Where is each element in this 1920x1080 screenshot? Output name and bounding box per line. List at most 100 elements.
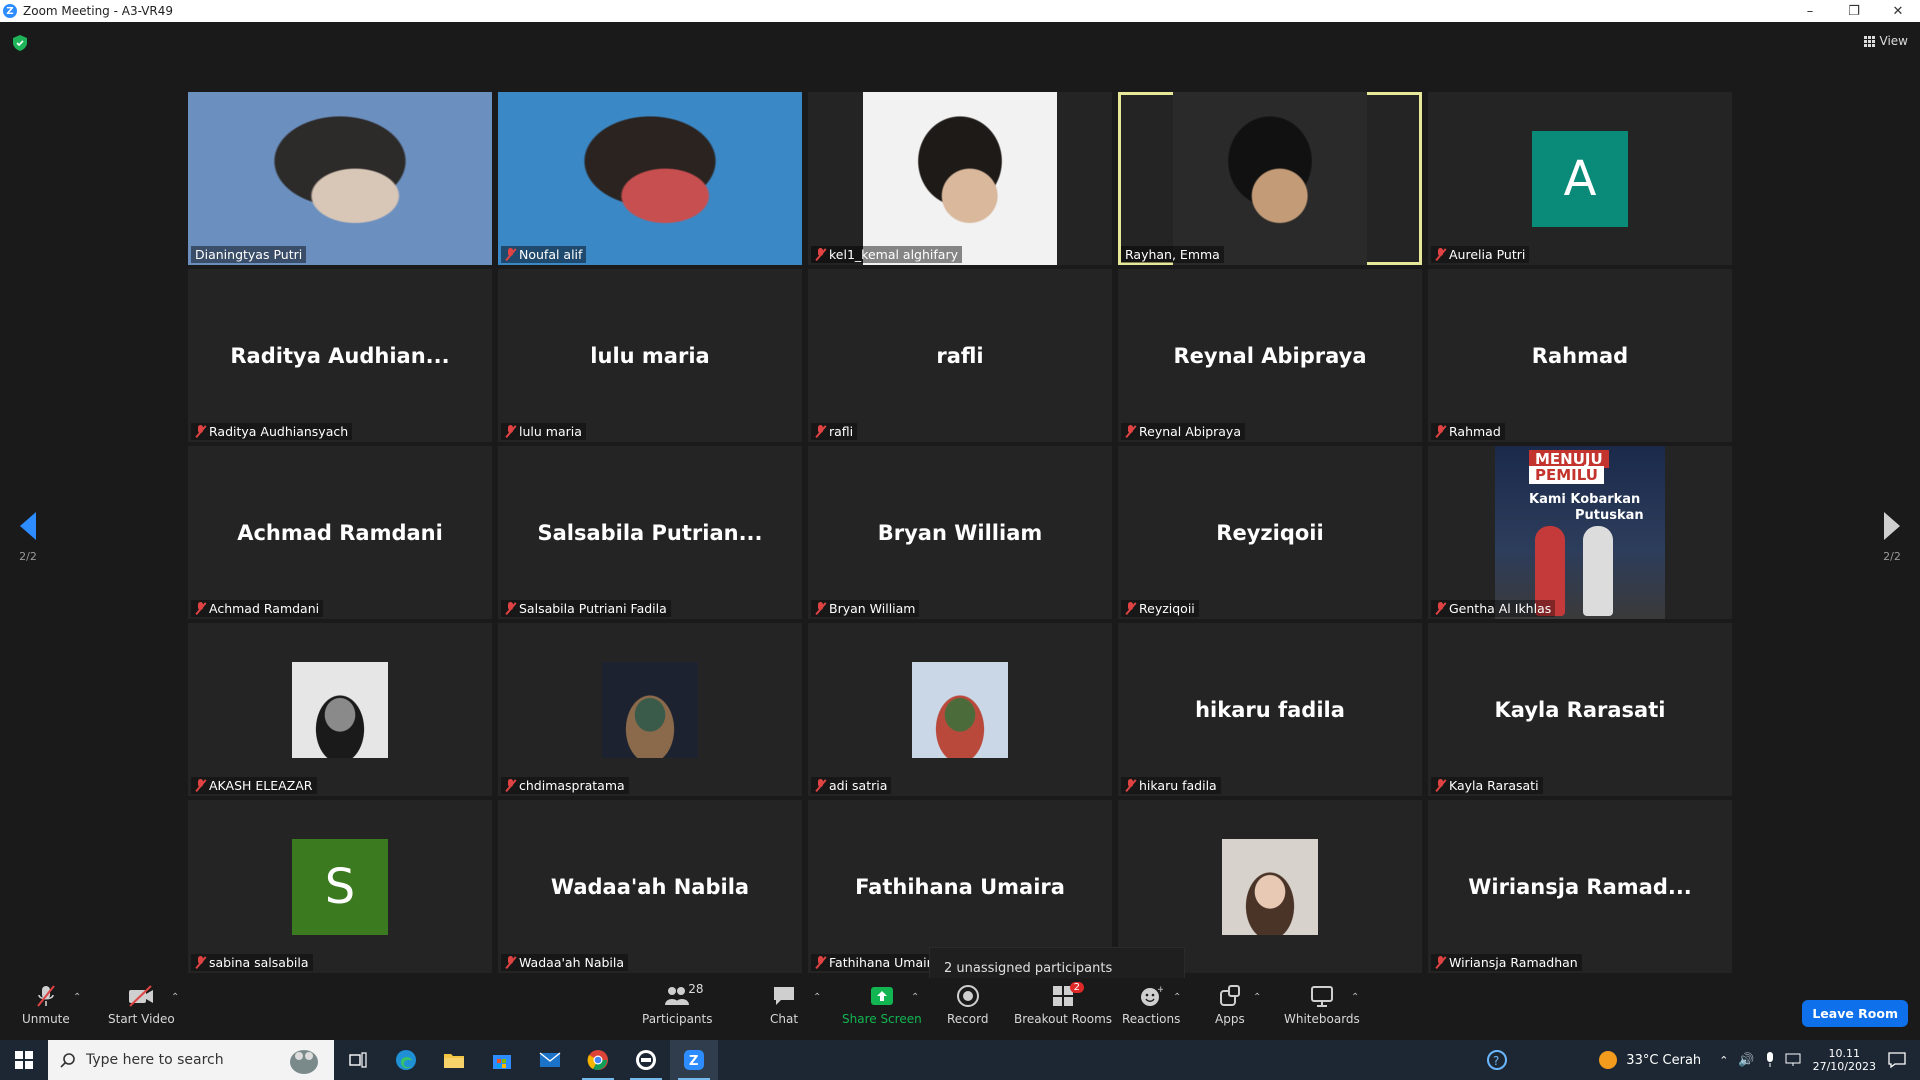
participant-tile[interactable]: adi satria — [808, 623, 1112, 796]
participants-button[interactable]: 28 Participants — [642, 982, 713, 1026]
participant-tile[interactable]: AKASH ELEAZAR — [188, 623, 492, 796]
weather-text[interactable]: 33°C Cerah — [1626, 1053, 1701, 1068]
participant-name-label: Aurelia Putri — [1431, 246, 1530, 263]
participant-name-label: hikaru fadila — [1121, 777, 1221, 794]
mic-muted-icon — [1125, 602, 1136, 615]
view-button[interactable]: View — [1863, 34, 1908, 48]
clock[interactable]: 10.11 27/10/2023 — [1813, 1047, 1876, 1073]
participant-name: kel1_kemal alghifary — [829, 247, 958, 262]
task-view-icon[interactable] — [334, 1040, 382, 1080]
reactions-button[interactable]: + Reactions — [1122, 984, 1180, 1026]
participant-display-name: rafli — [936, 343, 984, 368]
minimize-button[interactable]: – — [1788, 0, 1832, 22]
participant-name: Achmad Ramdani — [209, 601, 320, 616]
mic-muted-icon — [815, 956, 826, 969]
whiteboards-options-caret[interactable]: ⌃ — [1351, 992, 1359, 1003]
avatar-letter: A — [1532, 130, 1628, 227]
close-button[interactable]: ✕ — [1876, 0, 1920, 22]
edge-browser-icon[interactable] — [382, 1040, 430, 1080]
participant-tile[interactable]: Reynal Abipraya Reynal Abipraya — [1118, 269, 1422, 442]
apps-options-caret[interactable]: ⌃ — [1253, 992, 1261, 1003]
tray-chevron-icon[interactable]: ⌃ — [1719, 1054, 1728, 1067]
chrome-icon[interactable] — [574, 1040, 622, 1080]
chat-options-caret[interactable]: ⌃ — [813, 992, 821, 1003]
participant-tile[interactable]: A Aurelia Putri — [1428, 92, 1732, 265]
apps-button[interactable]: Apps — [1215, 984, 1245, 1026]
participant-name-label: adi satria — [811, 777, 892, 794]
participant-name: hikaru fadila — [1139, 778, 1217, 793]
reactions-options-caret[interactable]: ⌃ — [1173, 992, 1181, 1003]
participant-name-label: Rayhan, Emma — [1121, 246, 1224, 263]
participant-tile[interactable]: Achmad Ramdani Achmad Ramdani — [188, 446, 492, 619]
notification-icon[interactable] — [1888, 1052, 1906, 1068]
poster-text: Kami Kobarkan — [1529, 492, 1641, 507]
windows-taskbar: Type here to search Z ? 33°C Cerah ⌃ 🔊 1… — [0, 1040, 1920, 1080]
share-options-caret[interactable]: ⌃ — [911, 992, 919, 1003]
participant-name-label: Noufal alif — [501, 246, 587, 263]
participant-name: Raditya Audhiansyach — [209, 424, 349, 439]
participant-name: Fathihana Umaira — [829, 955, 940, 970]
chat-button[interactable]: Chat — [770, 984, 798, 1026]
store-icon[interactable] — [478, 1040, 526, 1080]
participant-name: Rahmad — [1449, 424, 1501, 439]
file-explorer-icon[interactable] — [430, 1040, 478, 1080]
participant-tile[interactable]: Rayhan, Emma — [1118, 92, 1422, 265]
participant-tile[interactable]: MENUJU PEMILU Kami Kobarkan Putuskan Gentha … — [1428, 446, 1732, 619]
participant-tile[interactable]: Ssabina salsabila — [188, 800, 492, 973]
prev-page-button[interactable]: 2/2 — [8, 512, 48, 563]
poster-text: Putuskan — [1575, 508, 1644, 523]
start-button[interactable] — [0, 1040, 48, 1080]
participant-name-label: Reyziqoii — [1121, 600, 1199, 617]
participant-tile[interactable]: Reyziqoii Reyziqoii — [1118, 446, 1422, 619]
zoom-logo-icon: Z — [3, 4, 17, 18]
participant-tile[interactable]: lulu maria lulu maria — [498, 269, 802, 442]
participant-tile[interactable]: Wiriansja Ramad... Wiriansja Ramadhan — [1428, 800, 1732, 973]
start-video-button[interactable]: Start Video — [108, 984, 175, 1026]
participant-tile[interactable]: chdimaspratama — [498, 623, 802, 796]
participant-name: Dianingtyas Putri — [195, 247, 303, 262]
participant-tile[interactable]: hikaru fadila hikaru fadila — [1118, 623, 1422, 796]
audio-options-caret[interactable]: ⌃ — [73, 992, 81, 1003]
grid-view-icon — [1863, 35, 1875, 47]
participant-tile[interactable]: Dianingtyas Putri — [188, 92, 492, 265]
person-figure — [1583, 526, 1613, 616]
participant-tile[interactable]: Bryan William Bryan William — [808, 446, 1112, 619]
whiteboards-button[interactable]: Whiteboards — [1284, 984, 1360, 1026]
unmute-button[interactable]: Unmute — [22, 984, 70, 1026]
record-button[interactable]: Record — [947, 984, 988, 1026]
microphone-tray-icon[interactable] — [1765, 1052, 1775, 1068]
participant-tile[interactable]: Salsabila Putrian... Salsabila Putriani F… — [498, 446, 802, 619]
leave-room-button[interactable]: Leave Room — [1802, 1000, 1908, 1027]
mic-muted-icon — [195, 956, 206, 969]
mic-muted-icon — [815, 602, 826, 615]
participant-tile[interactable]: Rahmad Rahmad — [1428, 269, 1732, 442]
participant-tile[interactable]: kel1_kemal alghifary — [808, 92, 1112, 265]
taskbar-search[interactable]: Type here to search — [48, 1040, 334, 1080]
participant-name: Salsabila Putriani Fadila — [519, 601, 667, 616]
restore-button[interactable]: ❐ — [1832, 0, 1876, 22]
network-icon[interactable] — [1785, 1053, 1801, 1067]
help-icon[interactable]: ? — [1486, 1049, 1508, 1071]
participant-name: chdimaspratama — [519, 778, 625, 793]
share-screen-button[interactable]: Share Screen — [842, 984, 922, 1026]
volume-icon[interactable]: 🔊 — [1738, 1053, 1754, 1068]
zoom-taskbar-icon[interactable]: Z — [670, 1040, 718, 1080]
breakout-rooms-label: Breakout Rooms — [1014, 1012, 1113, 1026]
participant-tile[interactable]: Raditya Audhian... Raditya Audhiansyach — [188, 269, 492, 442]
mic-muted-icon — [505, 779, 516, 792]
next-page-button[interactable]: 2/2 — [1872, 512, 1912, 563]
window-title: Zoom Meeting - A3-VR49 — [23, 4, 174, 18]
search-icon — [60, 1053, 75, 1068]
participant-tile[interactable]: Wadaa'ah Nabila Wadaa'ah Nabila — [498, 800, 802, 973]
clock-time: 10.11 — [1828, 1047, 1861, 1060]
breakout-rooms-button[interactable]: 2 Breakout Rooms — [1014, 982, 1113, 1026]
svg-text:?: ? — [1493, 1054, 1499, 1068]
security-shield-icon[interactable] — [13, 35, 27, 51]
participant-tile[interactable]: rafli rafli — [808, 269, 1112, 442]
mail-icon[interactable] — [526, 1040, 574, 1080]
breakout-badge: 2 — [1069, 982, 1085, 993]
participant-tile[interactable]: Kayla Rarasati Kayla Rarasati — [1428, 623, 1732, 796]
app-circle-icon[interactable] — [622, 1040, 670, 1080]
participant-tile[interactable]: Noufal alif — [498, 92, 802, 265]
video-options-caret[interactable]: ⌃ — [171, 992, 179, 1003]
